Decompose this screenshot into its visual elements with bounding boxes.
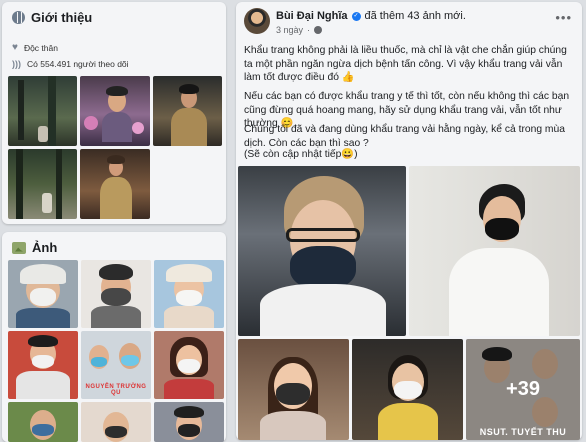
post-photo[interactable] — [352, 339, 463, 440]
post-photo-more[interactable]: +39 NSUT. TUYẾT THU — [466, 339, 580, 440]
globe-icon — [314, 26, 323, 34]
photo-thumbnail[interactable] — [154, 331, 224, 399]
photo-thumbnail[interactable] — [154, 260, 224, 328]
post-photo[interactable] — [238, 166, 406, 336]
author-name[interactable]: Bùi Đại Nghĩa — [276, 10, 348, 22]
post-header: Bùi Đại Nghĩa ✓ đã thêm 43 ảnh mới. — [276, 10, 466, 22]
post-action: đã thêm 43 ảnh mới. — [364, 10, 466, 22]
photo-caption: NSUT. TUYẾT THU — [479, 427, 567, 437]
verified-icon: ✓ — [351, 11, 361, 21]
photos-title: Ảnh — [32, 240, 58, 255]
post-paragraph: (Sẽ còn cập nhật tiếp😀) — [244, 149, 358, 160]
intro-header: Giới thiệu — [12, 10, 92, 25]
featured-photo[interactable] — [80, 149, 150, 219]
post-time[interactable]: 3 ngày — [276, 25, 303, 35]
photo-thumbnail[interactable] — [154, 402, 224, 442]
post-card: Bùi Đại Nghĩa ✓ đã thêm 43 ảnh mới. 3 ng… — [236, 2, 582, 440]
photo-thumbnail[interactable] — [8, 402, 78, 442]
post-paragraph: Chúng tôi đã và đang dùng khẩu trang vải… — [244, 124, 565, 149]
featured-photos-grid — [8, 76, 222, 220]
photo-thumbnail[interactable] — [81, 260, 151, 328]
more-icon[interactable]: ••• — [555, 10, 572, 25]
featured-photo[interactable] — [152, 76, 222, 146]
followers-count[interactable]: Có 554.491 người theo dõi — [27, 59, 129, 69]
relationship-status: Độc thân — [23, 42, 58, 53]
photos-card: Ảnh NGUYỄN TRƯỜNG QU — [2, 232, 226, 442]
photo-thumbnail[interactable] — [8, 331, 78, 399]
photo-watermark: NGUYỄN TRƯỜNG QU — [85, 384, 147, 396]
post-photo[interactable] — [238, 339, 349, 440]
post-meta: 3 ngày · — [276, 25, 323, 35]
intro-title: Giới thiệu — [31, 10, 93, 25]
featured-photo[interactable] — [8, 76, 78, 146]
heart-icon: ♥ — [12, 42, 18, 53]
followers-row[interactable]: ))) Có 554.491 người theo dõi — [12, 59, 129, 69]
featured-photo[interactable] — [8, 149, 78, 219]
post-paragraph: Khẩu trang không phải là liều thuốc, mà … — [244, 45, 567, 83]
photos-header[interactable]: Ảnh — [12, 240, 57, 255]
relationship-row: ♥ Độc thân — [12, 42, 58, 53]
featured-photo-empty — [153, 149, 222, 219]
intro-card: Giới thiệu ♥ Độc thân ))) Có 554.491 ngư… — [2, 2, 226, 224]
photo-thumbnail[interactable] — [8, 260, 78, 328]
globe-icon — [12, 11, 25, 24]
photos-grid: NGUYỄN TRƯỜNG QU — [8, 260, 224, 442]
more-photos-count[interactable]: +39 — [466, 339, 580, 440]
post-photo[interactable] — [409, 166, 580, 336]
photo-icon — [12, 241, 26, 254]
photo-thumbnail[interactable]: NGUYỄN TRƯỜNG QU — [81, 331, 151, 399]
rss-icon: ))) — [12, 59, 21, 69]
author-avatar[interactable] — [244, 8, 270, 34]
photo-thumbnail[interactable] — [81, 402, 151, 442]
featured-photo[interactable] — [80, 76, 150, 146]
